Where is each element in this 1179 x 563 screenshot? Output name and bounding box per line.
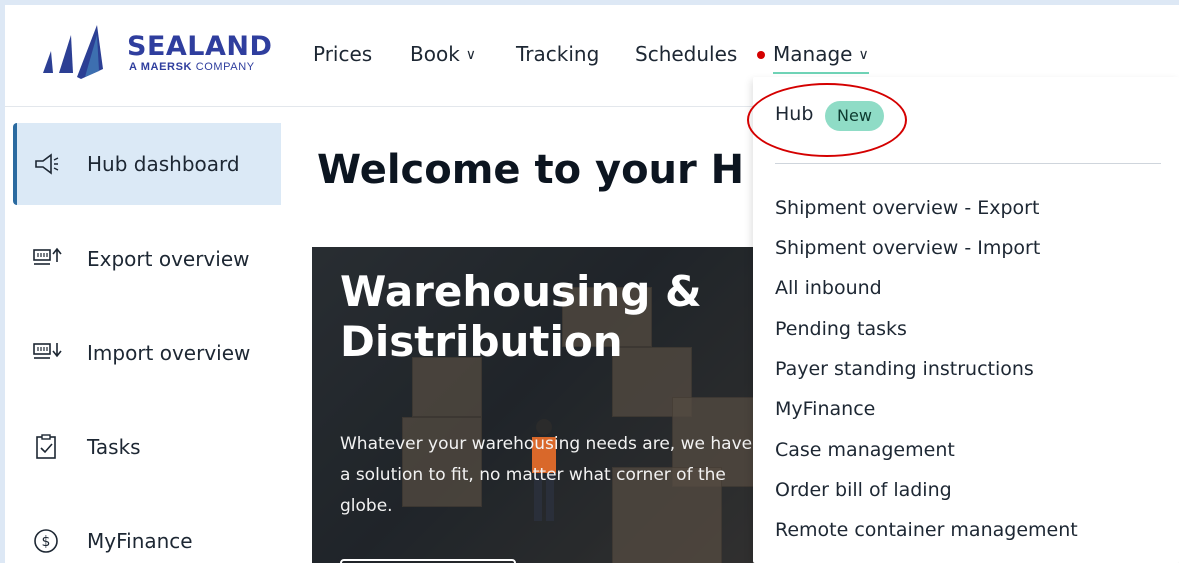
menu-item-order-bill-of-lading[interactable]: Order bill of lading <box>775 479 952 501</box>
chevron-down-icon: ∨ <box>465 47 477 63</box>
menu-divider <box>775 163 1161 164</box>
logo-tagline: A MAERSK COMPANY <box>129 61 255 73</box>
chevron-down-icon: ∨ <box>858 47 869 63</box>
menu-item-shipment-import[interactable]: Shipment overview - Import <box>775 237 1040 259</box>
menu-item-remote-container-management[interactable]: Remote container management <box>775 519 1078 541</box>
menu-item-payer-standing-instructions[interactable]: Payer standing instructions <box>775 358 1034 380</box>
nav-book[interactable]: Book ∨ <box>410 39 476 70</box>
hero-title: Warehousing & Distribution <box>340 267 702 366</box>
sidebar-item-hub-dashboard[interactable]: Hub dashboard <box>13 123 281 205</box>
sidebar-item-import-overview[interactable]: Import overview <box>13 312 281 394</box>
sidebar-item-label: Tasks <box>87 435 141 459</box>
sidebar-item-export-overview[interactable]: Export overview <box>13 218 281 300</box>
page-title: Welcome to your H <box>317 147 745 193</box>
svg-text:$: $ <box>42 534 51 550</box>
nav-schedules[interactable]: Schedules <box>635 39 737 69</box>
sealand-logo[interactable]: SEALAND A MAERSK COMPANY <box>41 21 281 83</box>
sealand-logo-icon <box>43 25 103 79</box>
notification-dot <box>757 51 765 59</box>
menu-item-pending-tasks[interactable]: Pending tasks <box>775 318 907 340</box>
hero-description: Whatever your warehousing needs are, we … <box>340 434 753 516</box>
megaphone-icon <box>35 153 59 175</box>
new-badge: New <box>825 101 884 131</box>
nav-tracking[interactable]: Tracking <box>516 39 599 69</box>
import-icon <box>33 343 62 359</box>
sidebar-item-tasks[interactable]: Tasks <box>13 406 281 488</box>
nav-manage[interactable]: Manage ∨ <box>773 39 869 74</box>
clipboard-check-icon <box>36 434 56 459</box>
dollar-circle-icon: $ <box>34 529 58 553</box>
sidebar-item-myfinance[interactable]: $ MyFinance <box>13 500 281 563</box>
export-icon <box>33 247 62 265</box>
sidebar-item-label: Hub dashboard <box>87 152 240 176</box>
sidebar-item-label: MyFinance <box>87 529 193 553</box>
menu-item-myfinance[interactable]: MyFinance <box>775 398 875 420</box>
manage-dropdown-menu: Hub New Shipment overview - Export Shipm… <box>747 77 1179 563</box>
menu-item-shipment-export[interactable]: Shipment overview - Export <box>775 197 1039 219</box>
app-frame: SEALAND A MAERSK COMPANY Prices Book ∨ Tr… <box>5 5 1179 563</box>
nav-prices[interactable]: Prices <box>313 39 372 69</box>
menu-item-all-inbound[interactable]: All inbound <box>775 277 882 299</box>
sidebar-item-label: Import overview <box>87 341 251 365</box>
logo-wordmark: SEALAND <box>127 31 273 62</box>
hero-cta-button[interactable] <box>340 559 516 563</box>
menu-item-hub[interactable]: Hub <box>775 103 813 125</box>
menu-item-case-management[interactable]: Case management <box>775 439 955 461</box>
hero-banner[interactable]: Warehousing & Distribution Whatever your… <box>312 247 772 563</box>
sidebar-item-label: Export overview <box>87 247 250 271</box>
